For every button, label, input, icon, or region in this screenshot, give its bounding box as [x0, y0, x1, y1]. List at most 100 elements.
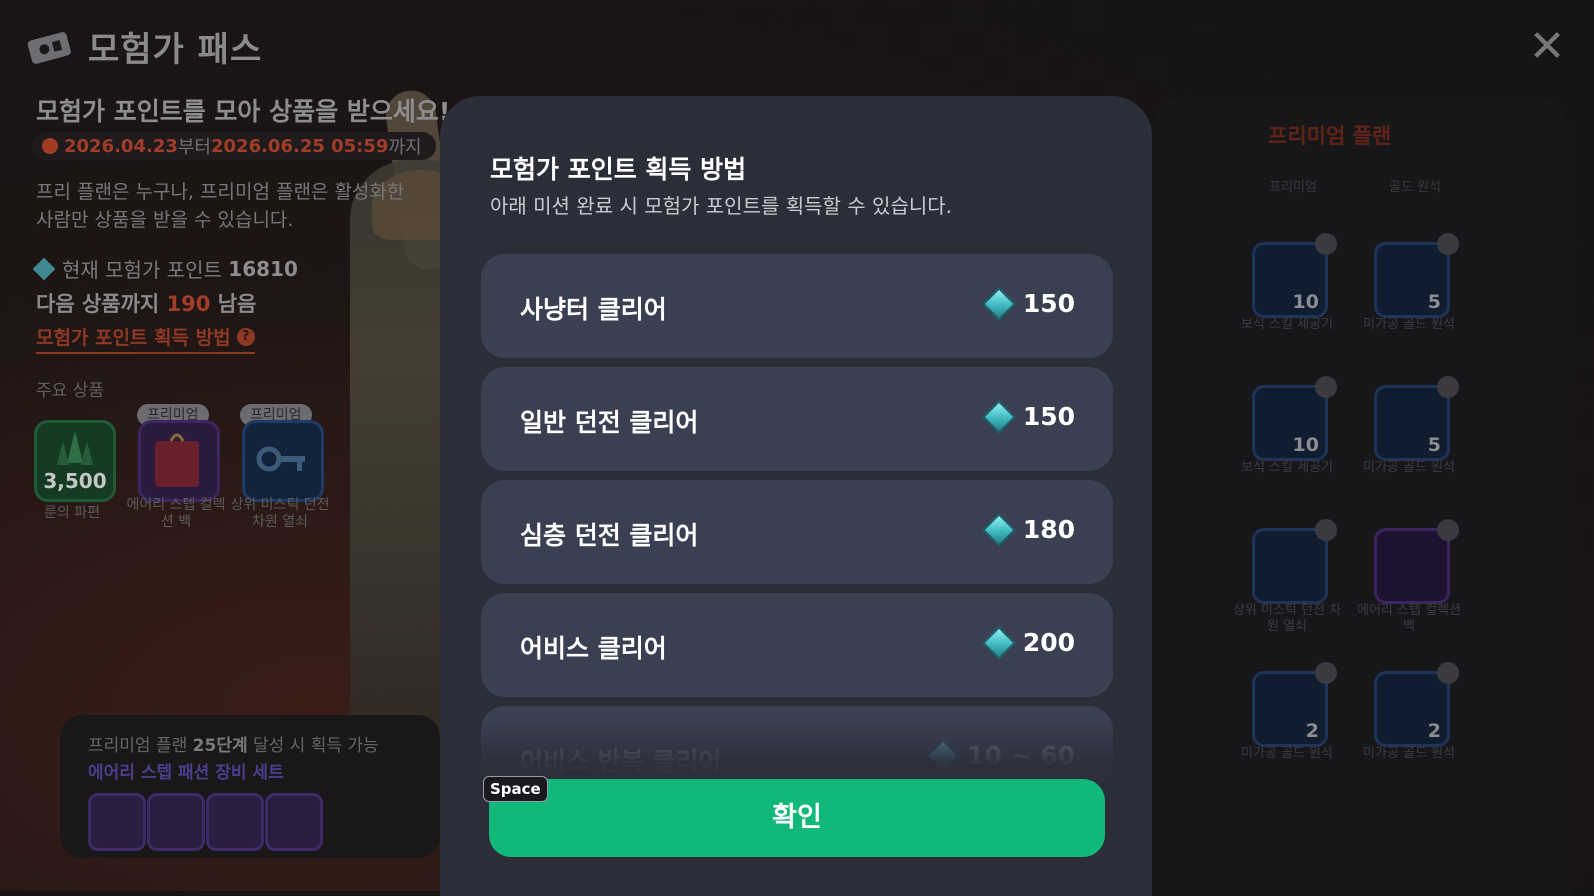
lock-icon [1437, 233, 1459, 255]
mission-points: 150 [981, 286, 1075, 321]
period-start: 2026.04.23 [64, 135, 178, 157]
mission-points: 180 [981, 512, 1075, 547]
mission-label: 어비스 클리어 [520, 634, 667, 663]
mission-row: 어비스 클리어 200 [481, 593, 1113, 697]
featured-qty: 3,500 [43, 469, 107, 493]
mission-label: 일반 던전 클리어 [520, 408, 699, 437]
mission-row: 사냥터 클리어 150 [481, 254, 1113, 358]
lock-icon [1315, 519, 1337, 541]
costume-boots-icon[interactable] [265, 793, 323, 851]
reward-caption: 미가공 골드 원석 [1241, 746, 1333, 761]
reward-caption: 미가공 골드 원석 [1363, 746, 1455, 761]
mission-points: 200 [981, 625, 1075, 660]
lock-icon [1315, 376, 1337, 398]
reward-suffix: 달성 시 획득 가능 [253, 736, 379, 756]
clock-icon [42, 138, 58, 154]
mission-label: 심층 던전 클리어 [520, 521, 699, 550]
reward-qty: 5 [1427, 291, 1441, 313]
reward-qty: 5 [1427, 434, 1441, 456]
plan-description: 프리 플랜은 누구나, 프리미엄 플랜은 활성화한 사람만 상품을 받을 수 있… [36, 181, 405, 231]
modal-subtitle: 아래 미션 완료 시 모험가 포인트를 획득할 수 있습니다. [490, 194, 953, 218]
mission-points-value: 200 [1022, 628, 1075, 657]
featured-item-rune-shard[interactable]: 3,500 [34, 420, 116, 502]
modal-title: 모험가 포인트 획득 방법 [490, 155, 747, 184]
period-from: 부터 [177, 137, 211, 158]
reward-slot[interactable]: 2 [1252, 662, 1337, 747]
reward-qty: 10 [1292, 434, 1319, 456]
reward-caption: 미가공 골드 원석 [1363, 460, 1455, 475]
mission-list[interactable]: 사냥터 클리어 150 일반 던전 클리어 150 심층 던전 클리어 180 … [481, 254, 1113, 784]
gem-icon [981, 399, 1016, 434]
reward-level: 25단계 [192, 736, 248, 756]
featured-caption: 상위 미스틱 던전 차원 열쇠 [230, 497, 330, 530]
current-points: 현재 모험가 포인트 16810 [32, 254, 298, 283]
reward-slot[interactable] [1374, 519, 1459, 604]
reward-qty: 2 [1305, 720, 1319, 742]
lock-icon [1315, 662, 1337, 684]
premium-plan-panel [1150, 96, 1570, 896]
reward-qty: 2 [1427, 720, 1441, 742]
mission-points: 10 ~ 60 [926, 738, 1075, 773]
reward-slot[interactable] [1252, 519, 1337, 604]
rune-shard-icon [57, 431, 93, 465]
reward-slot[interactable]: 10 [1252, 376, 1337, 461]
costume-pants-icon[interactable] [206, 793, 264, 851]
next-prefix: 다음 상품까지 [36, 292, 160, 316]
mission-label: 사냥터 클리어 [520, 295, 667, 324]
premium-reward-box: 프리미엄 플랜 25단계 달성 시 획득 가능 에어리 스텝 패션 장비 세트 [60, 715, 440, 858]
mission-row: 심층 던전 클리어 180 [481, 480, 1113, 584]
featured-item-dungeon-key[interactable] [242, 420, 324, 502]
gem-icon [981, 286, 1016, 321]
current-points-value: 16810 [228, 256, 298, 281]
gift-bag-icon [155, 433, 199, 487]
gem-icon [981, 625, 1016, 660]
mission-row: 일반 던전 클리어 150 [481, 367, 1113, 471]
promo-headline: 모험가 포인트를 모아 상품을 받으세요! [36, 97, 451, 126]
mission-points-value: 150 [1022, 402, 1075, 431]
period-until: 까지 [388, 137, 422, 158]
mission-points-value: 150 [1022, 289, 1075, 318]
featured-caption: 에어리 스텝 컬렉션 백 [126, 497, 226, 530]
howto-link-label: 모험가 포인트 획득 방법 [36, 327, 231, 349]
right-top-caption: 골드 원석 [1389, 180, 1441, 195]
lock-icon [1437, 662, 1459, 684]
reward-qty: 10 [1292, 291, 1319, 313]
reward-slot[interactable]: 5 [1374, 233, 1459, 318]
gem-icon [32, 257, 56, 280]
reward-slot[interactable]: 2 [1374, 662, 1459, 747]
reward-slot[interactable]: 10 [1252, 233, 1337, 318]
costume-top-icon[interactable] [147, 793, 205, 851]
featured-item-collection-bag[interactable] [138, 420, 220, 502]
close-button[interactable]: ✕ [1528, 25, 1566, 69]
period-end: 2026.06.25 05:59 [211, 135, 389, 157]
reward-caption: 상위 미스틱 던전 차원 열쇠 [1232, 603, 1342, 634]
mission-label: 어비스 반복 클리어 [520, 747, 722, 776]
reward-set-name: 에어리 스텝 패션 장비 세트 [88, 763, 284, 783]
premium-plan-title: 프리미엄 플랜 [1268, 124, 1392, 148]
period-badge: 2026.04.23 부터 2026.06.25 05:59 까지 [32, 132, 436, 160]
howto-link[interactable]: 모험가 포인트 획득 방법 ? [36, 323, 255, 354]
mission-points-value: 180 [1022, 515, 1075, 544]
reward-slot[interactable]: 5 [1374, 376, 1459, 461]
gem-icon [981, 512, 1016, 547]
next-reward-remaining: 다음 상품까지 190 남음 [36, 288, 256, 318]
hotkey-hint: Space [483, 776, 548, 802]
costume-hat-icon[interactable] [88, 793, 146, 851]
confirm-button[interactable]: 확인 [489, 779, 1105, 857]
reward-caption: 에어리 스텝 컬렉션 백 [1357, 603, 1461, 634]
reward-prefix: 프리미엄 플랜 [88, 736, 188, 756]
reward-caption: 보석 스킬 세공기 [1241, 460, 1333, 475]
lock-icon [1437, 376, 1459, 398]
next-value: 190 [166, 292, 211, 316]
lock-icon [1437, 519, 1459, 541]
right-top-caption: 프리미엄 [1269, 180, 1317, 195]
mission-points-value: 10 ~ 60 [967, 741, 1075, 770]
mission-points: 150 [981, 399, 1075, 434]
featured-label: 주요 상품 [36, 381, 104, 401]
featured-caption: 룬의 파편 [44, 505, 100, 521]
reward-caption: 보석 스킬 세공기 [1241, 317, 1333, 332]
mission-row: 어비스 반복 클리어 10 ~ 60 [481, 706, 1113, 784]
reward-condition: 프리미엄 플랜 25단계 달성 시 획득 가능 [88, 731, 379, 756]
reward-caption: 미가공 골드 원석 [1363, 317, 1455, 332]
pass-info-panel: 모험가 포인트를 모아 상품을 받으세요! 2026.04.23 부터 2026… [0, 0, 472, 891]
